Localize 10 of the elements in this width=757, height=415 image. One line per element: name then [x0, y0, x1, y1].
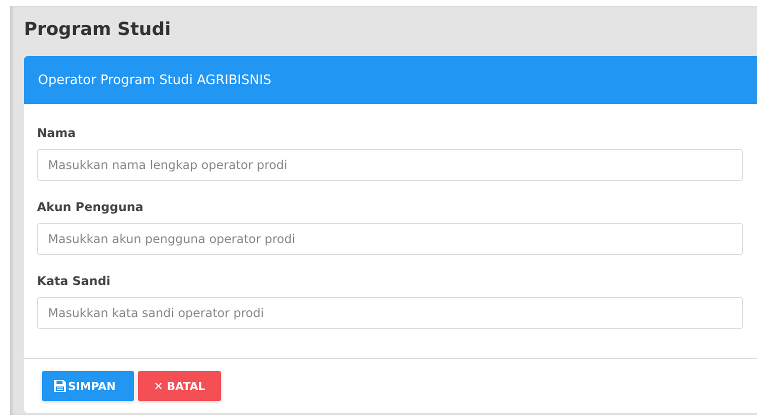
- page-title: Program Studi: [24, 18, 171, 42]
- cancel-button[interactable]: ✕ BATAL: [138, 371, 221, 401]
- save-button[interactable]: SIMPAN: [42, 371, 134, 401]
- field-label: Kata Sandi: [37, 274, 110, 288]
- input-field[interactable]: Masukkan nama lengkap operator prodi: [37, 149, 743, 181]
- field-label: Nama: [37, 126, 76, 140]
- input-field[interactable]: Masukkan kata sandi operator prodi: [37, 297, 743, 329]
- input-field[interactable]: Masukkan akun pengguna operator prodi: [37, 223, 743, 255]
- card-title: Operator Program Studi AGRIBISNIS: [38, 72, 272, 88]
- field-label: Akun Pengguna: [37, 200, 144, 214]
